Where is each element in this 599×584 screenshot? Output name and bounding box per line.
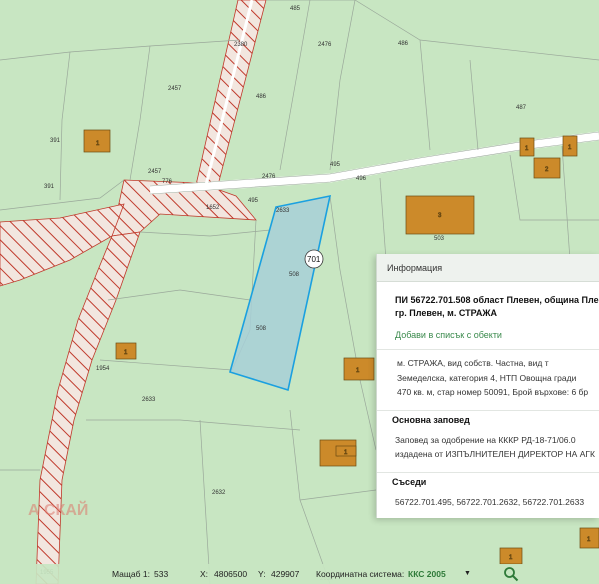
y-coordinate: 429907 bbox=[271, 569, 300, 579]
parcel-title-line: гр. Плевен, м. СТРАЖА bbox=[395, 308, 497, 318]
scale-value: 533 bbox=[154, 569, 169, 579]
x-coordinate: 4806500 bbox=[214, 569, 248, 579]
building[interactable]: 1 bbox=[579, 527, 599, 549]
order-text: Заповед за одобрение на КККР РД-18-71/06… bbox=[395, 433, 599, 462]
neighbors-list: 56722.701.495, 56722.701.2632, 56722.701… bbox=[395, 496, 585, 507]
svg-text:495: 495 bbox=[248, 198, 259, 204]
chevron-down-icon[interactable]: ▼ bbox=[464, 570, 471, 577]
parcel-description: м. СТРАЖА, вид собств. Частна, вид т Зем… bbox=[377, 349, 599, 400]
svg-text:391: 391 bbox=[50, 138, 61, 144]
order-line: издадена от ИЗПЪЛНИТЕЛЕН ДИРЕКТОР НА АГК bbox=[395, 449, 595, 459]
svg-text:2476: 2476 bbox=[318, 42, 332, 48]
imagery-watermark: А СКАЙ bbox=[28, 502, 89, 519]
svg-text:486: 486 bbox=[256, 94, 267, 100]
info-panel-header: Информация bbox=[377, 254, 599, 282]
svg-text:503: 503 bbox=[434, 236, 445, 242]
search-icon[interactable] bbox=[503, 566, 519, 582]
svg-text:391: 391 bbox=[44, 184, 55, 190]
description-line: м. СТРАЖА, вид собств. Частна, вид т bbox=[397, 358, 549, 368]
building[interactable]: 3 bbox=[405, 195, 475, 235]
svg-text:2633: 2633 bbox=[276, 208, 290, 214]
svg-text:2457: 2457 bbox=[148, 169, 162, 175]
svg-text:495: 495 bbox=[330, 162, 341, 168]
road-number-badge: 701 bbox=[304, 249, 324, 269]
scale-label: Мащаб 1: bbox=[112, 569, 150, 579]
svg-text:2632: 2632 bbox=[212, 490, 226, 496]
svg-text:2380: 2380 bbox=[234, 42, 248, 48]
svg-text:1954: 1954 bbox=[96, 366, 110, 372]
svg-text:487: 487 bbox=[516, 105, 527, 111]
parcel-title-line: ПИ 56722.701.508 област Плевен, община П… bbox=[395, 295, 599, 305]
building[interactable]: 1 bbox=[343, 357, 375, 381]
crs-select[interactable]: ККС 2005 bbox=[408, 569, 446, 579]
svg-text:485: 485 bbox=[290, 6, 301, 12]
description-line: 470 кв. м, стар номер 50091, Брой върхов… bbox=[397, 387, 589, 397]
order-line: Заповед за одобрение на КККР РД-18-71/06… bbox=[395, 434, 576, 445]
order-section-title: Основна заповед bbox=[377, 409, 599, 425]
info-panel: Информация ПИ 56722.701.508 област Плеве… bbox=[376, 254, 599, 518]
svg-text:2476: 2476 bbox=[262, 174, 276, 180]
add-to-list-link[interactable]: Добави в списък с обекти bbox=[395, 330, 599, 340]
svg-text:2633: 2633 bbox=[142, 397, 156, 403]
description-line: Земеделска, категория 4, НТП Овощна град… bbox=[397, 372, 577, 383]
svg-text:776: 776 bbox=[162, 179, 173, 185]
building[interactable]: 2 bbox=[533, 157, 561, 179]
svg-text:701: 701 bbox=[307, 255, 321, 264]
svg-text:2457: 2457 bbox=[168, 86, 182, 92]
building[interactable]: 1 bbox=[562, 135, 578, 157]
crs-label: Координатна система: bbox=[316, 569, 405, 579]
building[interactable]: 1 bbox=[83, 129, 111, 153]
x-label: X: bbox=[200, 569, 209, 579]
svg-text:508: 508 bbox=[289, 272, 300, 278]
y-label: Y: bbox=[258, 569, 266, 579]
svg-text:1652: 1652 bbox=[206, 205, 220, 211]
neighbors-section-title: Съседи bbox=[377, 471, 599, 487]
building[interactable]: 1 bbox=[499, 547, 523, 565]
building[interactable]: 1 bbox=[335, 445, 357, 457]
status-bar: Мащаб 1: 533 X: 4806500 Y: 429907 Коорди… bbox=[0, 564, 599, 584]
building[interactable]: 1 bbox=[519, 137, 535, 157]
svg-text:496: 496 bbox=[356, 176, 367, 182]
svg-text:486: 486 bbox=[398, 41, 409, 47]
svg-text:508: 508 bbox=[256, 326, 267, 332]
building[interactable]: 1 bbox=[115, 342, 137, 360]
